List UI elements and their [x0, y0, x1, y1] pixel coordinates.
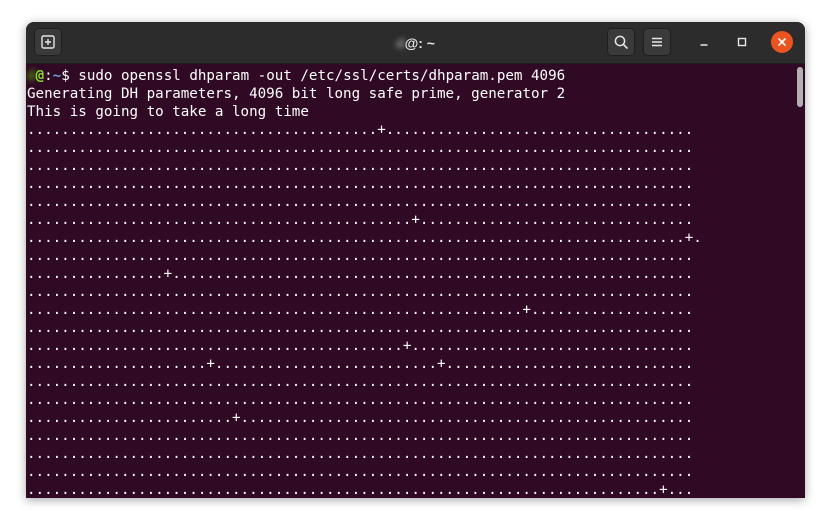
maximize-icon	[737, 37, 747, 47]
minimize-button[interactable]	[693, 31, 715, 53]
output-line: ........................................…	[27, 230, 702, 246]
window-title: d@: ~	[26, 34, 805, 52]
output-line: ........................................…	[27, 338, 694, 354]
hamburger-menu-icon	[652, 37, 662, 47]
output-line: ........................................…	[27, 176, 694, 192]
menu-button[interactable]	[643, 28, 671, 56]
prompt-line: d@:~$ sudo openssl dhparam -out /etc/ssl…	[27, 68, 566, 84]
maximize-button[interactable]	[731, 31, 753, 53]
title-suffix: : ~	[418, 35, 435, 51]
output-line: This is going to take a long time	[27, 104, 309, 120]
output-line: Generating DH parameters, 4096 bit long …	[27, 86, 566, 102]
output-line: ........................................…	[27, 482, 694, 498]
terminal-output[interactable]: d@:~$ sudo openssl dhparam -out /etc/ssl…	[26, 64, 796, 498]
output-line: ........................................…	[27, 464, 694, 480]
output-line: ........................................…	[27, 212, 694, 228]
output-line: ........................................…	[27, 194, 694, 210]
output-line: ........................................…	[27, 446, 694, 462]
scrollbar[interactable]	[796, 64, 805, 498]
output-line: ................+.......................…	[27, 266, 694, 282]
terminal-window: d@: ~ d@:~$ sudo openssl dhparam -out /e…	[26, 22, 805, 498]
output-line: ........................................…	[27, 140, 694, 156]
output-line: ........................................…	[27, 428, 694, 444]
output-line: ........................................…	[27, 248, 694, 264]
title-bar[interactable]: d@: ~	[26, 22, 805, 64]
output-line: ........................................…	[27, 302, 694, 318]
prompt-symbol: $	[61, 68, 70, 84]
title-user-redacted: d	[396, 35, 405, 51]
prompt-at: @	[35, 68, 45, 84]
close-button[interactable]	[771, 31, 793, 53]
prompt-user-host: d@	[27, 68, 44, 84]
output-line: ........................................…	[27, 320, 694, 336]
title-at: @	[404, 35, 419, 51]
close-icon	[778, 38, 786, 46]
output-line: ........................................…	[27, 374, 694, 390]
minimize-icon	[700, 44, 708, 46]
output-line: ........................................…	[27, 122, 694, 138]
command-text: sudo openssl dhparam -out /etc/ssl/certs…	[78, 68, 566, 84]
prompt-path: ~	[52, 68, 62, 84]
output-line: ........................................…	[27, 284, 694, 300]
output-line: .....................+..................…	[27, 356, 694, 372]
output-line: ........................+...............…	[27, 410, 694, 426]
output-line: ........................................…	[27, 158, 694, 174]
prompt-user-redacted: d	[27, 68, 36, 84]
search-button[interactable]	[607, 28, 635, 56]
output-line: ........................................…	[27, 392, 694, 408]
scrollbar-thumb[interactable]	[797, 67, 803, 107]
search-icon	[614, 35, 628, 49]
